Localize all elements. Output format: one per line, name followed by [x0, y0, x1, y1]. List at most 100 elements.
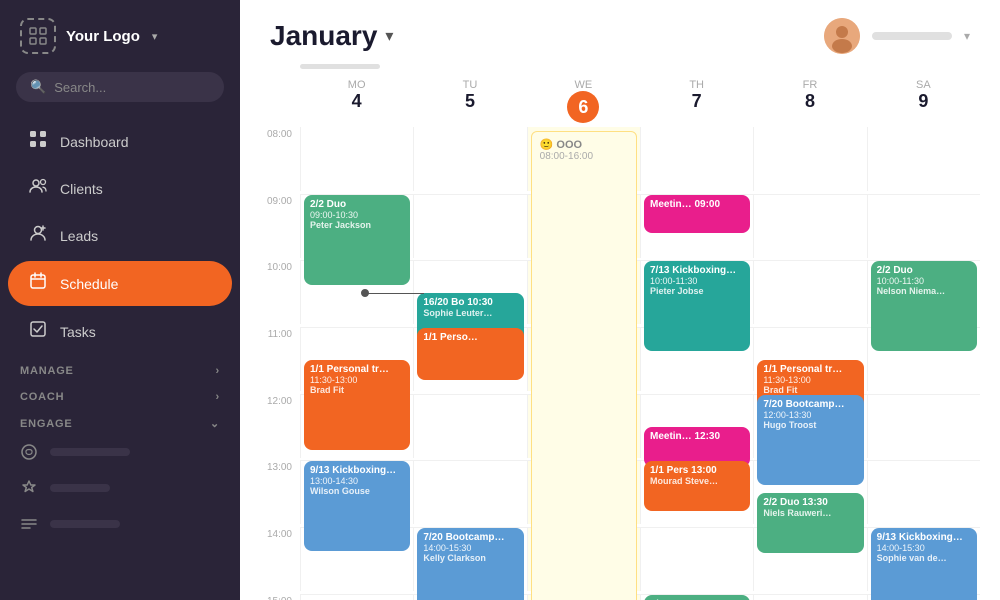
day-cell-fr-10[interactable] — [753, 260, 866, 324]
time-label-15: 15:00 — [250, 594, 300, 600]
day-cell-th-13[interactable]: 1/1 Pers 13:00 Mourad Steve… — [640, 460, 753, 524]
day-cell-we-12[interactable] — [527, 394, 640, 458]
time-label-10: 10:00 — [250, 260, 300, 324]
event-th-duo2[interactable]: 2/2 Duo 15:00 Ben van den l… — [644, 595, 750, 600]
time-label-08: 08:00 — [250, 127, 300, 191]
day-cell-fr-09[interactable] — [753, 194, 866, 258]
day-headers: Mo 4 Tu 5 We 6 Th 7 Fr 8 Sa 9 — [240, 75, 1000, 127]
event-tu-personal[interactable]: 1/1 Perso… — [417, 328, 523, 380]
event-fr-bootcamp[interactable]: 7/20 Bootcamp… 12:00-13:30 Hugo Troost — [757, 395, 863, 485]
day-cell-we-14[interactable] — [527, 527, 640, 591]
time-grid-scroll[interactable]: 08:00 09:00 2/2 Duo 09:00-10:30 Peter Ja… — [240, 127, 1000, 600]
leads-icon — [28, 224, 48, 247]
tasks-label: Tasks — [60, 324, 96, 340]
sidebar: Your Logo ▾ 🔍 Dashboard Clients Leads Sc… — [0, 0, 240, 600]
day-cell-mo-11[interactable]: 1/1 Personal tr… 11:30-13:00 Brad Fit — [300, 327, 413, 391]
event-mo-duo[interactable]: 2/2 Duo 09:00-10:30 Peter Jackson — [304, 195, 410, 285]
event-th-meeting1[interactable]: Meetin… 09:00 — [644, 195, 750, 233]
user-name-area — [872, 32, 952, 40]
month-title[interactable]: January ▾ — [270, 20, 393, 52]
schedule-label: Schedule — [60, 276, 118, 292]
engage-text-placeholder-3 — [50, 520, 120, 528]
engage-item-1[interactable] — [0, 434, 240, 470]
event-fr-duo2[interactable]: 2/2 Duo 13:30 Niels Rauweri… — [757, 493, 863, 553]
day-cell-tu-12[interactable] — [413, 394, 526, 458]
sidebar-item-schedule[interactable]: Schedule — [8, 261, 232, 306]
day-cell-tu-11[interactable]: 1/1 Perso… — [413, 327, 526, 391]
event-tu-bootcamp[interactable]: 7/20 Bootcamp… 14:00-15:30 Kelly Clarkso… — [417, 528, 523, 600]
event-mo-personal[interactable]: 1/1 Personal tr… 11:30-13:00 Brad Fit — [304, 360, 410, 450]
day-cell-tu-14[interactable]: 7/20 Bootcamp… 14:00-15:30 Kelly Clarkso… — [413, 527, 526, 591]
month-dropdown-icon[interactable]: ▾ — [385, 26, 393, 46]
day-cell-th-08[interactable] — [640, 127, 753, 191]
engage-item-3[interactable] — [0, 506, 240, 542]
day-cell-th-10[interactable]: 7/13 Kickboxing… 10:00-11:30 Pieter Jobs… — [640, 260, 753, 324]
day-cell-we-11[interactable] — [527, 327, 640, 391]
sidebar-item-clients[interactable]: Clients — [8, 166, 232, 211]
day-cell-we-10[interactable] — [527, 260, 640, 324]
user-avatar[interactable] — [824, 18, 860, 54]
engage-text-placeholder-2 — [50, 484, 110, 492]
event-th-pers[interactable]: 1/1 Pers 13:00 Mourad Steve… — [644, 461, 750, 511]
scroll-indicator — [300, 64, 380, 69]
day-cell-we-08[interactable] — [527, 127, 640, 191]
day-cell-th-14[interactable] — [640, 527, 753, 591]
day-cell-fr-08[interactable] — [753, 127, 866, 191]
logo-area[interactable]: Your Logo ▾ — [0, 0, 240, 72]
day-cell-sa-14[interactable]: 9/13 Kickboxing… 14:00-15:30 Sophie van … — [867, 527, 980, 591]
day-cell-fr-11[interactable]: 1/1 Personal tr… 11:30-13:00 Brad Fit — [753, 327, 866, 391]
time-label-11: 11:00 — [250, 327, 300, 391]
section-engage[interactable]: ENGAGE ⌄ — [0, 407, 240, 434]
clients-icon — [28, 177, 48, 200]
day-cell-tu-10[interactable]: 16/20 Bo 10:30 Sophie Leuter… — [413, 260, 526, 324]
day-cell-fr-15[interactable] — [753, 594, 866, 600]
day-cell-tu-09[interactable] — [413, 194, 526, 258]
search-icon: 🔍 — [30, 79, 46, 95]
time-label-12: 12:00 — [250, 394, 300, 458]
day-cell-sa-13[interactable] — [867, 460, 980, 524]
sidebar-item-tasks[interactable]: Tasks — [8, 309, 232, 354]
day-cell-mo-13[interactable]: 9/13 Kickboxing… 13:00-14:30 Wilson Gous… — [300, 460, 413, 524]
day-cell-we-13[interactable] — [527, 460, 640, 524]
day-cell-sa-10[interactable]: 2/2 Duo 10:00-11:30 Nelson Niema… — [867, 260, 980, 324]
drag-line — [364, 293, 424, 294]
sidebar-item-leads[interactable]: Leads — [8, 213, 232, 258]
day-cell-tu-13[interactable] — [413, 460, 526, 524]
day-cell-we-15[interactable] — [527, 594, 640, 600]
day-header-we: We 6 — [527, 75, 640, 127]
event-sa-duo[interactable]: 2/2 Duo 10:00-11:30 Nelson Niema… — [871, 261, 977, 351]
search-bar[interactable]: 🔍 — [16, 72, 224, 102]
engage-text-placeholder-1 — [50, 448, 130, 456]
day-cell-tu-08[interactable] — [413, 127, 526, 191]
day-cell-we-09[interactable]: 🙂 OOO 08:00-16:00 ≡ — [527, 194, 640, 258]
day-cell-fr-12[interactable]: 7/20 Bootcamp… 12:00-13:30 Hugo Troost — [753, 394, 866, 458]
day-header-mo: Mo 4 — [300, 75, 413, 127]
day-header-fr: Fr 8 — [753, 75, 866, 127]
day-cell-sa-09[interactable] — [867, 194, 980, 258]
month-label: January — [270, 20, 377, 52]
section-manage[interactable]: MANAGE › — [0, 355, 240, 381]
event-sa-kickboxing[interactable]: 9/13 Kickboxing… 14:00-15:30 Sophie van … — [871, 528, 977, 600]
leads-label: Leads — [60, 228, 98, 244]
day-cell-th-12[interactable]: Meetin… 12:30 — [640, 394, 753, 458]
section-coach[interactable]: COACH › — [0, 381, 240, 407]
day-cell-sa-08[interactable] — [867, 127, 980, 191]
search-input[interactable] — [54, 80, 210, 95]
sidebar-item-dashboard[interactable]: Dashboard — [8, 119, 232, 164]
dashboard-label: Dashboard — [60, 134, 129, 150]
user-name-placeholder — [872, 32, 952, 40]
day-cell-mo-09[interactable]: 2/2 Duo 09:00-10:30 Peter Jackson — [300, 194, 413, 258]
engage-item-2[interactable] — [0, 470, 240, 506]
time-label-09: 09:00 — [250, 194, 300, 258]
day-cell-mo-15[interactable] — [300, 594, 413, 600]
day-header-sa: Sa 9 — [867, 75, 980, 127]
tasks-icon — [28, 320, 48, 343]
day-cell-th-15[interactable]: 2/2 Duo 15:00 Ben van den l… — [640, 594, 753, 600]
day-cell-th-09[interactable]: Meetin… 09:00 — [640, 194, 753, 258]
event-mo-kickboxing[interactable]: 9/13 Kickboxing… 13:00-14:30 Wilson Gous… — [304, 461, 410, 551]
user-dropdown-icon[interactable]: ▾ — [964, 29, 970, 43]
day-cell-sa-12[interactable] — [867, 394, 980, 458]
main-content: January ▾ ▾ Mo 4 Tu 5 We 6 T — [240, 0, 1000, 600]
event-th-kickboxing[interactable]: 7/13 Kickboxing… 10:00-11:30 Pieter Jobs… — [644, 261, 750, 351]
day-cell-mo-08[interactable] — [300, 127, 413, 191]
